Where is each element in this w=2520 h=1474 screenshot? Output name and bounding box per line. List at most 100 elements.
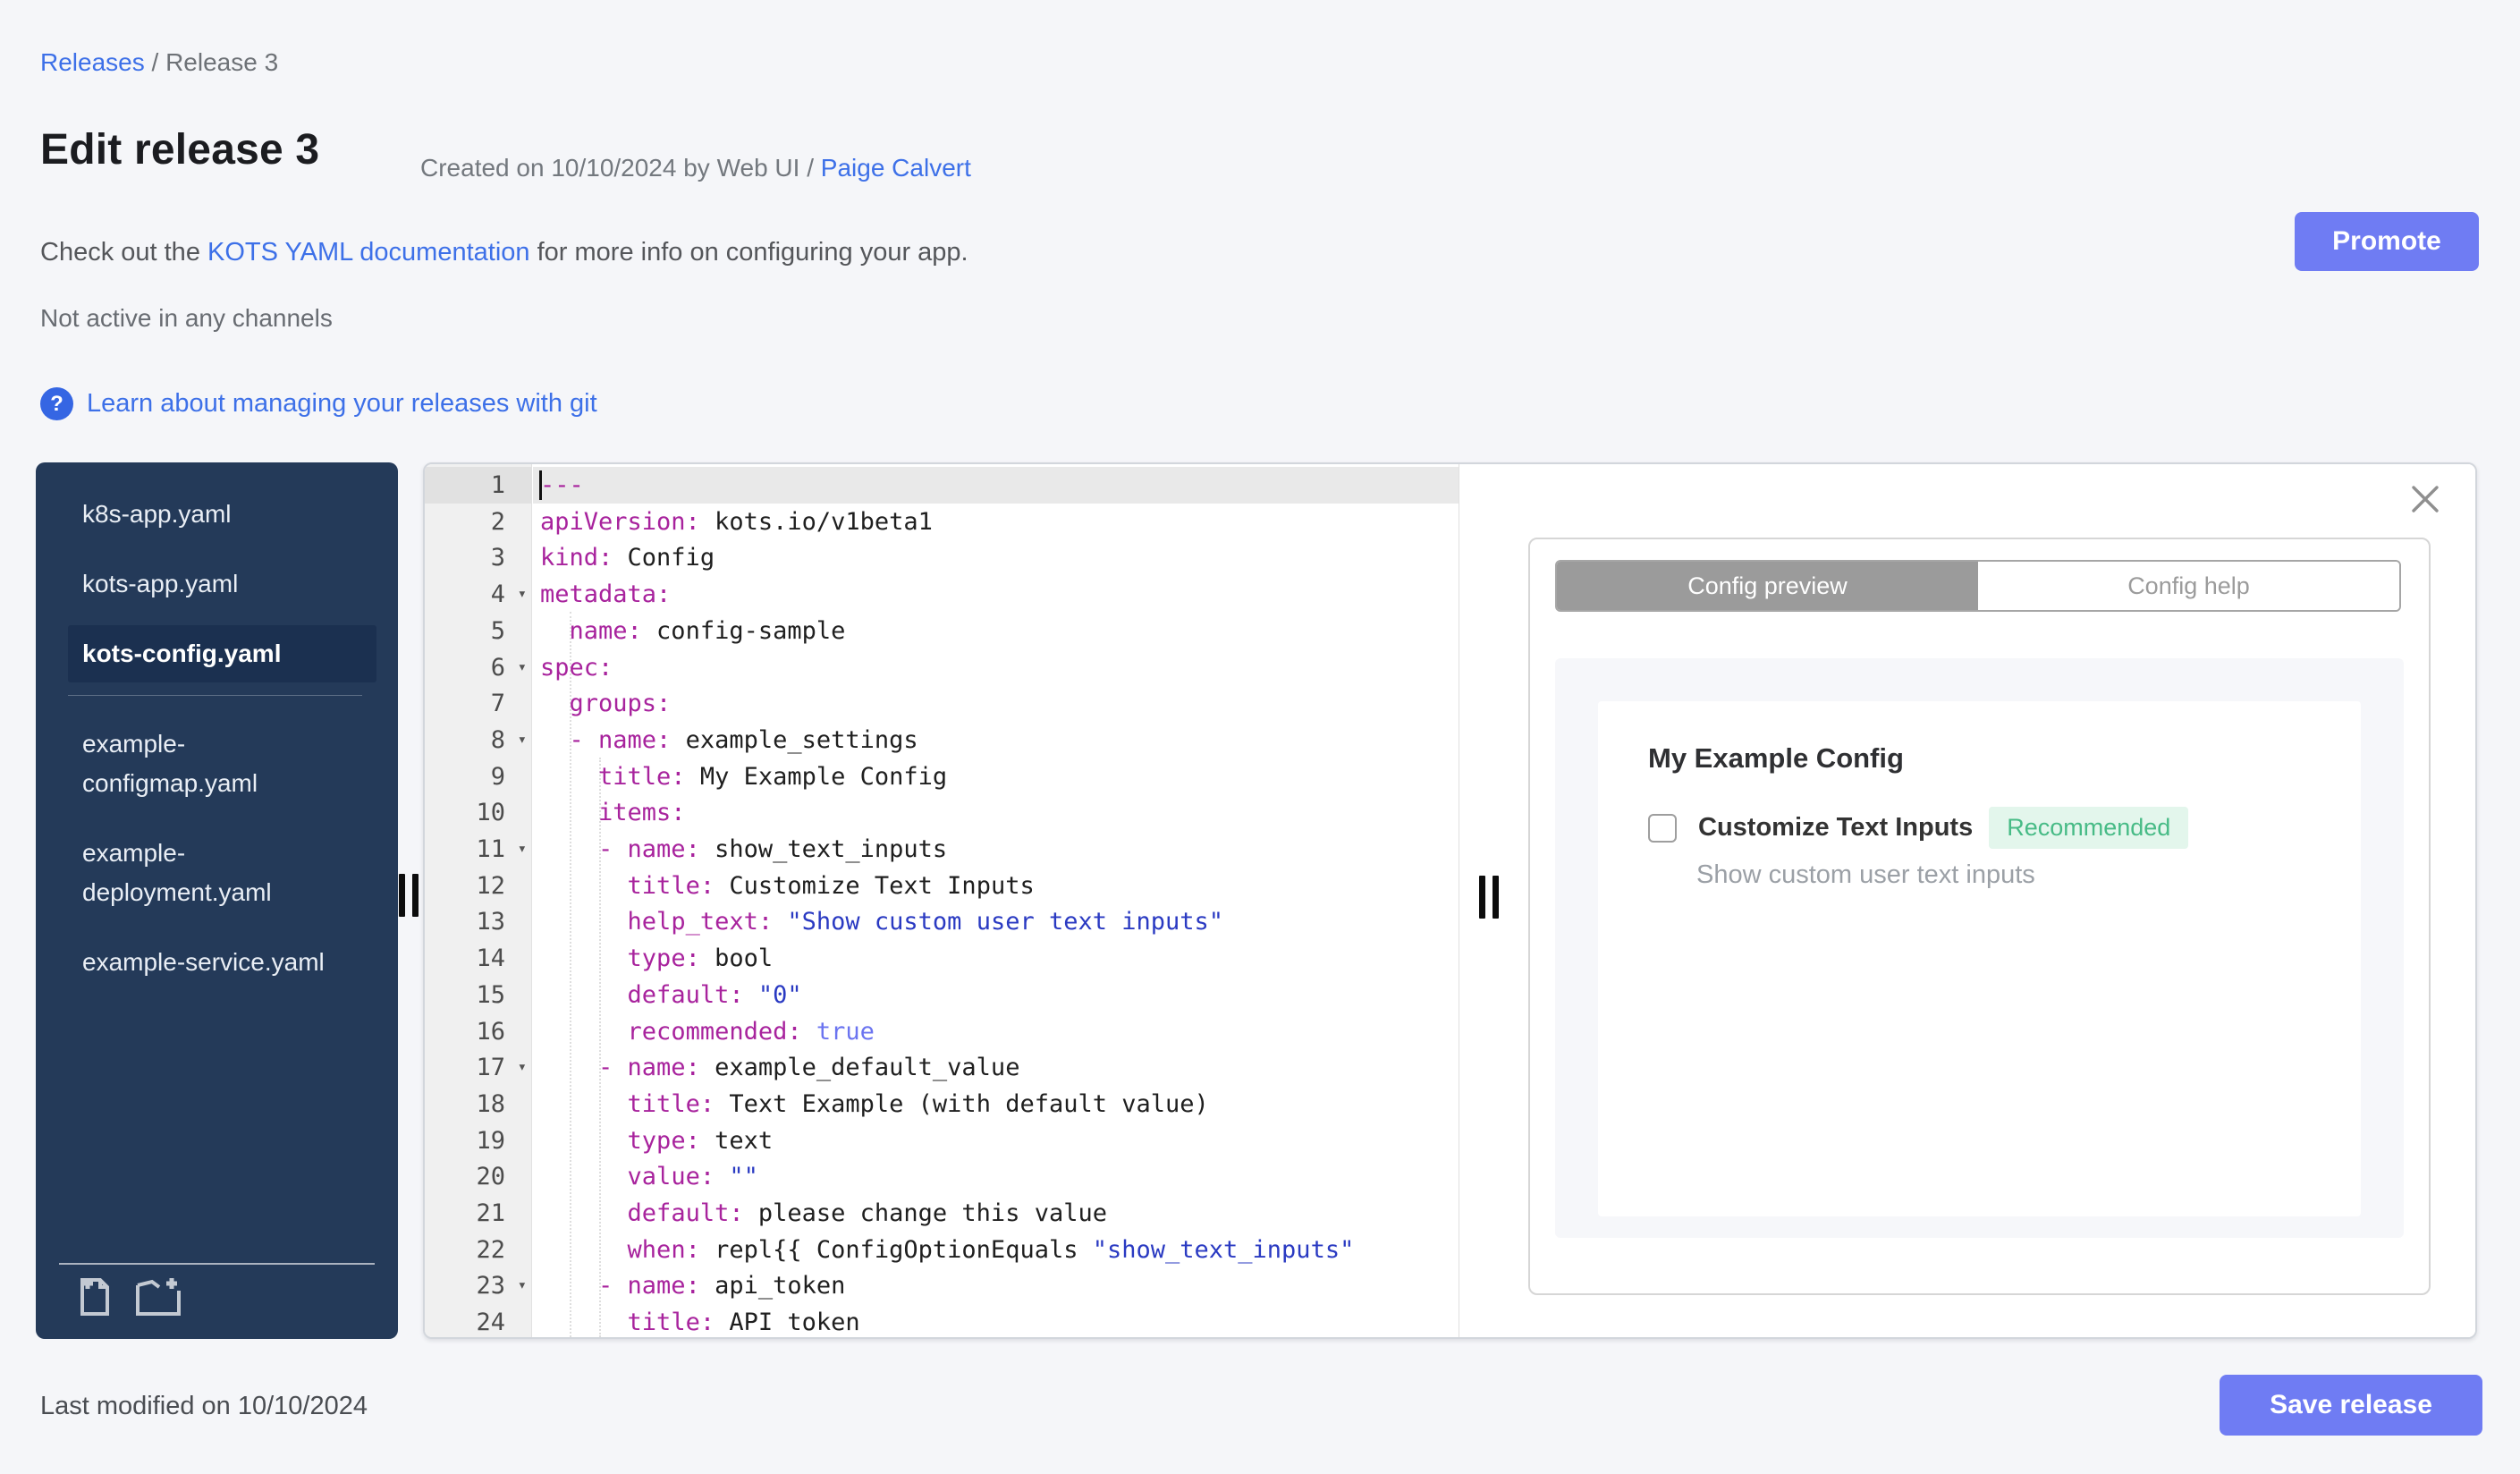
config-group-title: My Example Config (1648, 742, 1904, 774)
promote-button[interactable]: Promote (2295, 212, 2479, 271)
code-line-17[interactable]: - name: example_default_value (533, 1049, 1459, 1086)
line-number-14[interactable]: 14 (425, 940, 532, 977)
line-number-23[interactable]: 23 ▾ (425, 1267, 532, 1304)
line-number-22[interactable]: 22 (425, 1232, 532, 1268)
line-number-2[interactable]: 2 (425, 504, 532, 540)
docs-before: Check out the (40, 238, 207, 267)
last-modified-text: Last modified on 10/10/2024 (40, 1392, 368, 1420)
code-line-4[interactable]: metadata: (533, 576, 1459, 613)
line-number-19[interactable]: 19 (425, 1122, 532, 1159)
code-line-1[interactable]: --- (533, 467, 1459, 504)
code-line-5[interactable]: name: config-sample (533, 613, 1459, 649)
code-line-11[interactable]: - name: show_text_inputs (533, 831, 1459, 868)
breadcrumb-releases-link[interactable]: Releases (40, 48, 145, 76)
created-line: Created on 10/10/2024 by Web UI / Paige … (420, 154, 971, 182)
code-line-24[interactable]: title: API token (533, 1304, 1459, 1337)
fold-arrow-icon[interactable]: ▾ (518, 831, 527, 868)
code-line-2[interactable]: apiVersion: kots.io/v1beta1 (533, 504, 1459, 540)
tab-config-preview[interactable]: Config preview (1557, 562, 1978, 610)
line-number-3[interactable]: 3 (425, 539, 532, 576)
code-line-9[interactable]: title: My Example Config (533, 758, 1459, 795)
breadcrumb-current: Release 3 (165, 48, 279, 76)
breadcrumb-separator: / (144, 48, 166, 76)
file-item-kots-config.yaml[interactable]: kots-config.yaml (68, 625, 376, 682)
code-line-6[interactable]: spec: (533, 649, 1459, 686)
fold-arrow-icon[interactable]: ▾ (518, 649, 527, 686)
line-number-10[interactable]: 10 (425, 794, 532, 831)
code-line-10[interactable]: items: (533, 794, 1459, 831)
line-number-12[interactable]: 12 (425, 868, 532, 904)
yaml-code-editor[interactable]: --- apiVersion: kots.io/v1beta1 kind: Conf… (533, 464, 1459, 1337)
line-number-16[interactable]: 16 (425, 1013, 532, 1050)
line-number-6[interactable]: 6 ▾ (425, 649, 532, 686)
line-number-20[interactable]: 20 (425, 1158, 532, 1195)
line-number-9[interactable]: 9 (425, 758, 532, 795)
kots-yaml-docs-link[interactable]: KOTS YAML documentation (207, 238, 530, 267)
code-line-8[interactable]: - name: example_settings (533, 722, 1459, 758)
code-line-21[interactable]: default: please change this value (533, 1195, 1459, 1232)
code-line-3[interactable]: kind: Config (533, 539, 1459, 576)
fold-arrow-icon[interactable]: ▾ (518, 576, 527, 613)
tab-config-help[interactable]: Config help (1978, 562, 2399, 610)
code-line-18[interactable]: title: Text Example (with default value) (533, 1086, 1459, 1122)
code-line-20[interactable]: value: "" (533, 1158, 1459, 1195)
save-release-button[interactable]: Save release (2220, 1375, 2482, 1436)
config-item-label: Customize Text Inputs (1698, 813, 1974, 842)
line-number-17[interactable]: 17 ▾ (425, 1049, 532, 1086)
file-list: k8s-app.yaml kots-app.yaml kots-config.yam… (36, 486, 398, 1004)
code-line-19[interactable]: type: text (533, 1122, 1459, 1159)
docs-line: Check out the KOTS YAML documentation fo… (40, 238, 968, 267)
code-line-13[interactable]: help_text: "Show custom user text inputs… (533, 903, 1459, 940)
breadcrumb: Releases / Release 3 (40, 48, 278, 77)
line-number-18[interactable]: 18 (425, 1086, 532, 1122)
customize-text-inputs-checkbox[interactable] (1648, 813, 1677, 843)
new-file-icon[interactable] (75, 1275, 114, 1322)
edit-release-page: Releases / Release 3 Edit release 3 Crea… (0, 0, 2520, 1474)
code-line-14[interactable]: type: bool (533, 940, 1459, 977)
code-line-15[interactable]: default: "0" (533, 977, 1459, 1013)
git-help-label: Learn about managing your releases with … (87, 389, 597, 418)
file-item-kots-app.yaml[interactable]: kots-app.yaml (68, 555, 365, 613)
git-help-link[interactable]: ? Learn about managing your releases wit… (40, 387, 597, 420)
file-item-example-deployment.yaml[interactable]: example-deployment.yaml (68, 825, 365, 921)
sidebar-footer-divider (59, 1263, 375, 1265)
code-line-22[interactable]: when: repl{{ ConfigOptionEquals "show_te… (533, 1232, 1459, 1268)
new-folder-icon[interactable] (132, 1275, 184, 1322)
file-item-example-service.yaml[interactable]: example-service.yaml (68, 934, 365, 991)
line-number-13[interactable]: 13 (425, 903, 532, 940)
file-tree-sidebar: k8s-app.yaml kots-app.yaml kots-config.yam… (36, 462, 398, 1339)
close-icon[interactable] (2410, 484, 2440, 514)
fold-arrow-icon[interactable]: ▾ (518, 1049, 527, 1086)
line-number-7[interactable]: 7 (425, 685, 532, 722)
file-item-example-configmap.yaml[interactable]: example-configmap.yaml (68, 716, 365, 812)
file-item-k8s-app.yaml[interactable]: k8s-app.yaml (68, 486, 365, 543)
file-list-divider (68, 695, 362, 696)
code-line-23[interactable]: - name: api_token (533, 1267, 1459, 1304)
config-preview-card: Config preview Config help My Example Co… (1528, 538, 2431, 1295)
code-line-16[interactable]: recommended: true (533, 1013, 1459, 1050)
line-number-1[interactable]: 1 (425, 467, 532, 504)
fold-arrow-icon[interactable]: ▾ (518, 1267, 527, 1304)
line-number-11[interactable]: 11 ▾ (425, 831, 532, 868)
line-number-8[interactable]: 8 ▾ (425, 722, 532, 758)
text-cursor (539, 470, 542, 500)
question-mark-icon: ? (40, 387, 73, 420)
page-title: Edit release 3 (40, 126, 320, 174)
config-group-card: My Example Config Customize Text Inputs … (1598, 701, 2361, 1216)
preview-resize-handle[interactable] (1479, 876, 1499, 919)
line-number-21[interactable]: 21 (425, 1195, 532, 1232)
line-number-4[interactable]: 4 ▾ (425, 576, 532, 613)
release-editor-container: 1 2 3 4 ▾ 5 6 ▾ 7 8 ▾ 9 10 11 ▾ 12 13 14 15 16 17 ▾ 18 19 20 21 22… (423, 462, 2477, 1339)
docs-after: for more info on configuring your app. (529, 238, 968, 267)
created-text: Created on 10/10/2024 by Web UI / (420, 154, 821, 182)
recommended-badge: Recommended (1989, 807, 2189, 849)
code-line-7[interactable]: groups: (533, 685, 1459, 722)
line-number-24[interactable]: 24 (425, 1304, 532, 1337)
sidebar-resize-handle[interactable] (399, 874, 419, 917)
line-number-15[interactable]: 15 (425, 977, 532, 1013)
fold-arrow-icon[interactable]: ▾ (518, 722, 527, 758)
created-author-link[interactable]: Paige Calvert (821, 154, 971, 182)
code-line-12[interactable]: title: Customize Text Inputs (533, 868, 1459, 904)
line-number-5[interactable]: 5 (425, 613, 532, 649)
config-render-area: My Example Config Customize Text Inputs … (1555, 658, 2404, 1238)
